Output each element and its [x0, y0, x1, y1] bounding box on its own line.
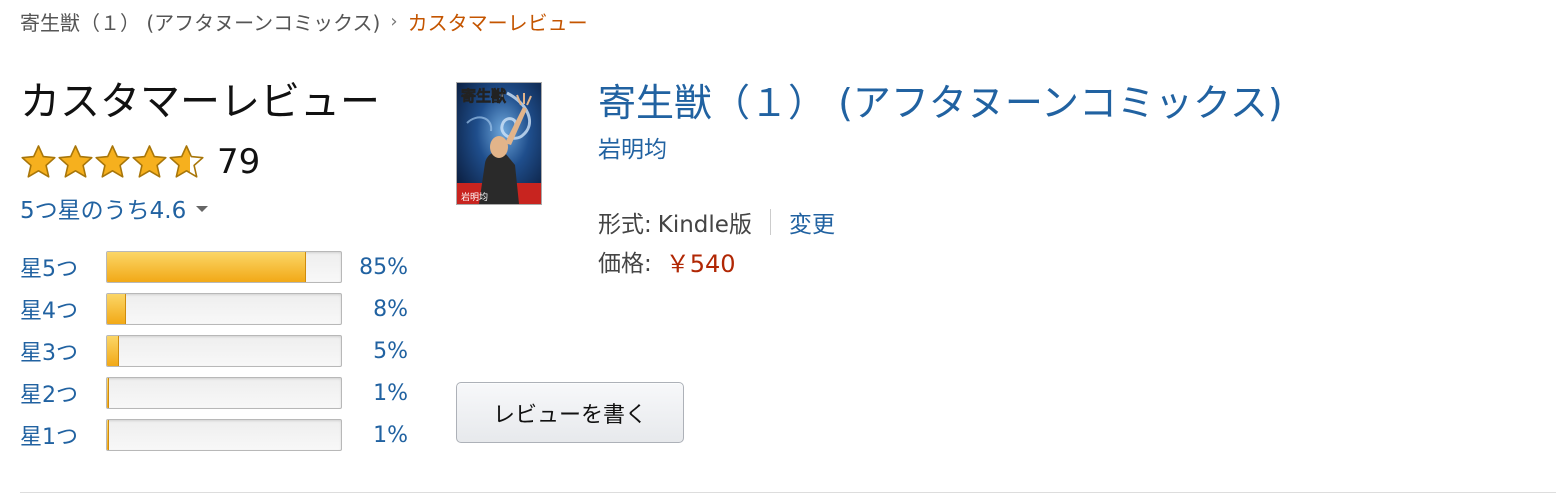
breadcrumb-product-link[interactable]: 寄生獣（１） (アフタヌーンコミックス) [20, 7, 380, 36]
star-icon [58, 144, 93, 178]
vertical-divider [769, 209, 771, 235]
caret-down-icon [196, 206, 209, 212]
reviews-heading: カスタマーレビュー [20, 79, 380, 125]
histogram-bar[interactable] [106, 377, 342, 409]
histogram-bar-fill [107, 378, 110, 408]
breadcrumb: 寄生獣（１） (アフタヌーンコミックス) › カスタマーレビュー [20, 6, 588, 36]
histogram-percent[interactable]: 1% [342, 423, 408, 448]
average-rating-link[interactable]: 5つ星のうち4.6 [20, 192, 209, 224]
histogram-percent[interactable]: 1% [342, 381, 408, 406]
histogram-label[interactable]: 星2つ [20, 377, 106, 409]
book-cover-art: 寄生獣 岩明均 [457, 83, 541, 204]
histogram-bar-fill [107, 336, 119, 366]
format-value: Kindle版 [657, 212, 752, 238]
histogram-percent[interactable]: 8% [342, 297, 408, 322]
histogram-row-5[interactable]: 星5つ 85% [20, 246, 408, 288]
cover-title: 寄生獣 [461, 87, 507, 105]
rating-histogram: 星5つ 85% 星4つ 8% 星3つ 5% 星2つ 1% 星1つ 1% [20, 246, 408, 456]
star-icon [95, 144, 130, 178]
star-icon [132, 144, 167, 178]
average-rating-text: 5つ星のうち4.6 [20, 198, 187, 224]
format-label: 形式: [598, 212, 652, 238]
cover-author: 岩明均 [461, 191, 488, 203]
histogram-label[interactable]: 星4つ [20, 293, 106, 325]
histogram-label[interactable]: 星1つ [20, 419, 106, 451]
star-icon [21, 144, 56, 178]
histogram-bar-fill [107, 420, 110, 450]
breadcrumb-current: カスタマーレビュー [407, 10, 588, 35]
change-format-link[interactable]: 変更 [789, 205, 835, 239]
histogram-bar[interactable] [106, 419, 342, 451]
histogram-label[interactable]: 星5つ [20, 251, 106, 283]
breadcrumb-separator: › [390, 10, 398, 32]
product-title-link[interactable]: 寄生獣（１） (アフタヌーンコミックス) [598, 76, 1283, 130]
format-row: 形式: Kindle版 変更 [598, 204, 835, 240]
price-value: ￥540 [665, 249, 736, 278]
rating-summary: 79 [20, 142, 260, 182]
author-link[interactable]: 岩明均 [598, 130, 667, 164]
histogram-row-3[interactable]: 星3つ 5% [20, 330, 408, 372]
histogram-bar[interactable] [106, 335, 342, 367]
book-cover-image[interactable]: 寄生獣 岩明均 [456, 82, 542, 205]
section-divider [20, 492, 1556, 493]
histogram-bar[interactable] [106, 293, 342, 325]
histogram-percent[interactable]: 5% [342, 339, 408, 364]
review-count: 79 [217, 142, 261, 182]
histogram-bar-fill [107, 294, 126, 324]
histogram-row-2[interactable]: 星2つ 1% [20, 372, 408, 414]
histogram-label[interactable]: 星3つ [20, 335, 106, 367]
star-rating[interactable] [20, 144, 205, 181]
price-row: 価格: ￥540 [598, 244, 736, 278]
star-icon [169, 144, 204, 178]
histogram-bar-fill [107, 252, 306, 282]
histogram-row-1[interactable]: 星1つ 1% [20, 414, 408, 456]
price-label: 価格: [598, 251, 652, 277]
histogram-row-4[interactable]: 星4つ 8% [20, 288, 408, 330]
histogram-bar[interactable] [106, 251, 342, 283]
write-review-button[interactable]: レビューを書く [456, 382, 684, 443]
histogram-percent[interactable]: 85% [342, 255, 408, 280]
